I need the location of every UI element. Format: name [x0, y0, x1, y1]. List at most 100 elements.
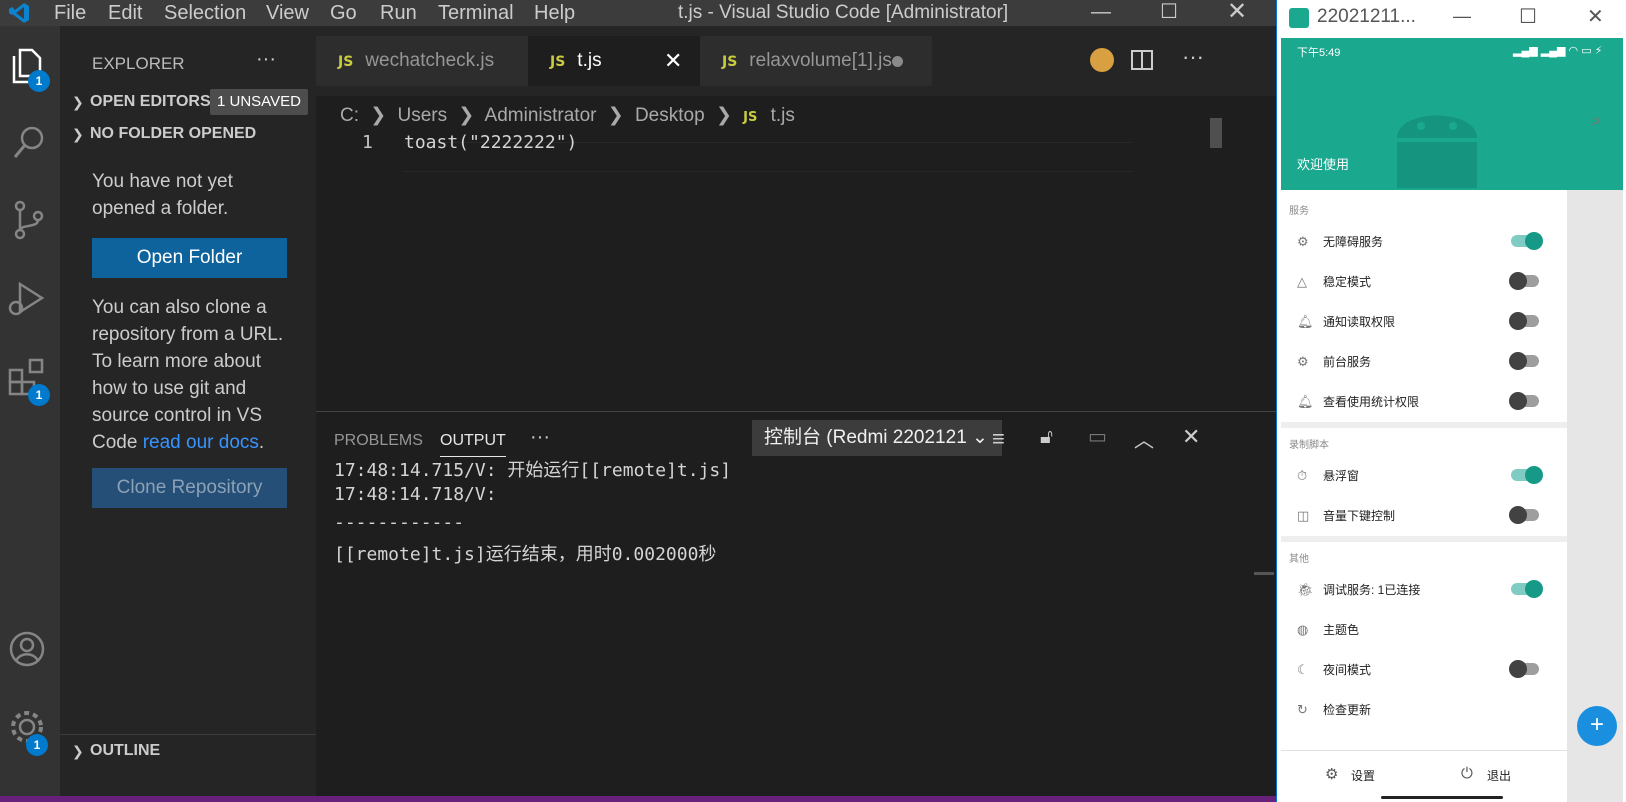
phone-maximize-button[interactable]: ☐	[1519, 4, 1537, 29]
drawer-menu: 服务 ⚙ 无障碍服务 △ 稳定模式 🔔︎ 通知读取权限 ⚙ 前台服务 🔔︎ 查看使用统计权…	[1281, 190, 1567, 750]
floating-window-toggle[interactable]	[1511, 466, 1543, 484]
foreground-toggle[interactable]	[1509, 352, 1539, 370]
tab-t-js[interactable]: JS t.js ✕	[528, 36, 700, 86]
night-mode-toggle[interactable]	[1509, 660, 1539, 678]
more-actions-icon[interactable]: ···	[256, 48, 276, 71]
outline-section[interactable]: ❯ OUTLINE	[60, 734, 316, 766]
android-debug-icon[interactable]	[1090, 48, 1114, 72]
accessibility-toggle[interactable]	[1511, 232, 1543, 250]
home-indicator	[1381, 796, 1503, 799]
close-window-button[interactable]: ✕	[1214, 0, 1260, 26]
item-floating-window[interactable]: ⏱ 悬浮窗	[1281, 456, 1567, 496]
exit-button[interactable]: 退出	[1487, 767, 1511, 784]
menu-terminal[interactable]: Terminal	[438, 0, 514, 26]
item-label: 音量下键控制	[1323, 509, 1396, 523]
editor-scrollbar[interactable]	[1210, 118, 1222, 148]
output-channel-select[interactable]: 控制台 (Redmi 2202121 ⌄	[752, 420, 1002, 456]
explorer-activity[interactable]: 1	[0, 38, 60, 98]
welcome-text: 欢迎使用	[1297, 157, 1350, 172]
menu-run[interactable]: Run	[380, 0, 417, 26]
js-file-icon: JS	[338, 54, 354, 70]
notification-toggle[interactable]	[1509, 312, 1539, 330]
divider	[1281, 536, 1567, 542]
breadcrumb-desktop[interactable]: Desktop	[635, 105, 705, 126]
split-editor-icon[interactable]	[1130, 48, 1154, 72]
stable-mode-toggle[interactable]	[1509, 272, 1539, 290]
source-control-activity[interactable]	[0, 194, 60, 254]
item-label: 主题色	[1323, 623, 1360, 637]
bell-icon: 🔔︎	[1297, 314, 1314, 329]
unsaved-dot-icon	[892, 56, 903, 67]
item-stable-mode[interactable]: △ 稳定模式	[1281, 262, 1567, 302]
usage-stats-toggle[interactable]	[1509, 392, 1539, 410]
signal-icon: ▂▄▆ ▂▄▆ ◠ ▭ ⚡︎	[1513, 45, 1603, 57]
item-usage-stats[interactable]: 🔔︎ 查看使用统计权限	[1281, 382, 1567, 422]
run-debug-activity[interactable]	[0, 272, 60, 332]
settings-button[interactable]: 设置	[1351, 767, 1375, 784]
breadcrumb-users[interactable]: Users	[397, 105, 447, 126]
extensions-activity[interactable]: 1	[0, 350, 60, 410]
item-notification-permission[interactable]: 🔔︎ 通知读取权限	[1281, 302, 1567, 342]
accounts-activity[interactable]	[0, 620, 60, 680]
close-panel-icon[interactable]: ✕	[1182, 424, 1200, 450]
open-editors-section[interactable]: ❯ OPEN EDITORS 1 UNSAVED	[60, 86, 316, 118]
editor-more-icon[interactable]: ···	[1182, 44, 1204, 70]
item-check-update[interactable]: ↻ 检查更新	[1281, 690, 1567, 730]
maximize-panel-icon[interactable]: ︿	[1134, 424, 1154, 453]
item-accessibility-service[interactable]: ⚙ 无障碍服务	[1281, 222, 1567, 262]
tab-wechatcheck[interactable]: JS wechatcheck.js	[316, 36, 528, 86]
js-file-icon: JS	[550, 54, 566, 70]
js-file-icon: JS	[743, 110, 758, 125]
manage-activity[interactable]: 1	[0, 700, 60, 760]
outline-label: OUTLINE	[90, 742, 161, 759]
tab-problems[interactable]: PROBLEMS	[334, 432, 423, 450]
refresh-icon: ↻	[1297, 702, 1308, 717]
lock-scroll-icon[interactable]: 🔓︎	[1040, 426, 1053, 449]
breadcrumb-drive[interactable]: C:	[340, 105, 359, 126]
tab-bar: JS wechatcheck.js JS t.js ✕ JS relaxvolume[1…	[316, 26, 1276, 96]
item-theme-color[interactable]: ◍ 主题色	[1281, 610, 1567, 650]
no-folder-label: NO FOLDER OPENED	[90, 125, 257, 142]
maximize-button[interactable]: ☐	[1146, 0, 1192, 26]
menu-help[interactable]: Help	[534, 0, 575, 26]
item-debug-service[interactable]: 🐞︎ 调试服务: 1已连接	[1281, 570, 1567, 610]
menu-view[interactable]: View	[266, 0, 309, 26]
minimize-button[interactable]: —	[1078, 0, 1124, 26]
breadcrumb-administrator[interactable]: Administrator	[485, 105, 597, 126]
settings-badge: 1	[26, 734, 48, 756]
item-volume-key[interactable]: ◫ 音量下键控制	[1281, 496, 1567, 536]
no-folder-section[interactable]: ❯ NO FOLDER OPENED	[60, 118, 316, 150]
clone-repository-button[interactable]: Clone Repository	[92, 468, 287, 508]
open-log-icon[interactable]: ▭	[1088, 424, 1107, 449]
activity-bar: 1 1 1	[0, 26, 60, 796]
item-label: 前台服务	[1323, 355, 1372, 369]
clear-output-icon[interactable]: ≡	[992, 426, 1005, 452]
open-folder-button[interactable]: Open Folder	[92, 238, 287, 278]
window-title: t.js - Visual Studio Code [Administrator…	[678, 2, 1009, 23]
breadcrumb-file[interactable]: t.js	[771, 105, 795, 126]
search-icon[interactable]: ⌕	[1591, 110, 1601, 131]
add-fab-button[interactable]: +	[1577, 706, 1617, 746]
debug-service-toggle[interactable]	[1511, 580, 1543, 598]
read-docs-link[interactable]: read our docs	[143, 432, 259, 453]
item-label: 检查更新	[1323, 703, 1372, 717]
tab-output[interactable]: OUTPUT	[440, 432, 506, 457]
volume-key-toggle[interactable]	[1509, 506, 1539, 524]
close-tab-icon[interactable]: ✕	[664, 36, 682, 86]
tab-relaxvolume[interactable]: JS relaxvolume[1].js	[700, 36, 932, 86]
menu-edit[interactable]: Edit	[108, 0, 142, 26]
menu-go[interactable]: Go	[330, 0, 357, 26]
phone-close-button[interactable]: ✕	[1587, 4, 1604, 29]
item-foreground-service[interactable]: ⚙ 前台服务	[1281, 342, 1567, 382]
panel-more-icon[interactable]: ···	[530, 426, 550, 449]
code-line[interactable]: toast("2222222")	[404, 132, 577, 153]
js-file-icon: JS	[722, 54, 738, 70]
drawer-bottom-bar: ⚙ 设置 ⏻ 退出	[1281, 750, 1567, 802]
phone-minimize-button[interactable]: —	[1453, 6, 1471, 27]
search-activity[interactable]	[0, 116, 60, 176]
item-night-mode[interactable]: ☾ 夜间模式	[1281, 650, 1567, 690]
divider	[1281, 422, 1567, 428]
panel-scrollbar[interactable]	[1254, 572, 1274, 575]
menu-file[interactable]: File	[54, 0, 86, 26]
menu-selection[interactable]: Selection	[164, 0, 246, 26]
